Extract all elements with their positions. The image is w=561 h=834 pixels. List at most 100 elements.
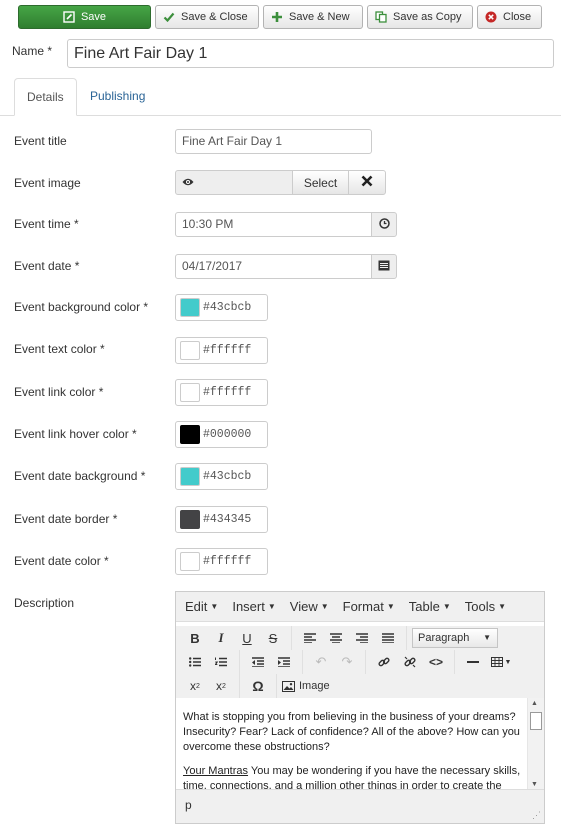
- menu-tools[interactable]: Tools ▼: [465, 599, 506, 614]
- code-icon[interactable]: <>: [423, 651, 449, 673]
- event-date-label: Event date *: [14, 259, 80, 273]
- color-hex: #ffffff: [203, 386, 252, 399]
- name-label: Name *: [12, 44, 53, 58]
- tab-details[interactable]: Details: [14, 78, 77, 116]
- unlink-icon[interactable]: [397, 651, 423, 673]
- color-swatch: [180, 341, 200, 360]
- content-paragraph: What is stopping you from believing in t…: [183, 711, 520, 753]
- color-hex: #000000: [203, 428, 252, 441]
- close-button[interactable]: Close: [477, 5, 542, 29]
- omega-icon[interactable]: Ω: [245, 675, 271, 697]
- scroll-down-icon[interactable]: ▼: [531, 781, 538, 788]
- close-label: Close: [503, 11, 532, 23]
- outdent-icon[interactable]: [245, 651, 271, 673]
- clock-icon: [378, 217, 390, 232]
- eye-icon: [182, 176, 194, 190]
- scroll-up-icon[interactable]: ▲: [531, 700, 538, 707]
- content-link[interactable]: Your Mantras: [183, 765, 248, 777]
- link-icon[interactable]: [371, 651, 397, 673]
- format-select[interactable]: Paragraph ▼: [412, 628, 498, 648]
- text-color-label: Event text color *: [14, 342, 105, 356]
- redo-icon[interactable]: ↷: [334, 651, 360, 673]
- text-color-picker[interactable]: #ffffff: [175, 337, 268, 364]
- editor-content[interactable]: What is stopping you from believing in t…: [176, 698, 528, 790]
- edit-icon: [63, 11, 75, 23]
- subscript-icon[interactable]: x2: [182, 675, 208, 697]
- align-right-icon[interactable]: [349, 627, 375, 649]
- name-input[interactable]: [67, 39, 554, 68]
- italic-icon[interactable]: I: [208, 627, 234, 649]
- bullet-list-icon[interactable]: [182, 651, 208, 673]
- scroll-thumb[interactable]: [530, 712, 542, 730]
- table-icon[interactable]: ▼: [486, 651, 516, 673]
- strikethrough-icon[interactable]: S: [260, 627, 286, 649]
- editor-toolbar-row-2: ↶ ↷ <> ▼: [176, 650, 544, 674]
- align-justify-icon[interactable]: [375, 627, 401, 649]
- save-copy-button[interactable]: Save as Copy: [367, 5, 473, 29]
- element-path[interactable]: p: [185, 798, 192, 812]
- bg-color-picker[interactable]: #43cbcb: [175, 294, 268, 321]
- align-center-icon[interactable]: [323, 627, 349, 649]
- date-bg-label: Event date background *: [14, 469, 146, 483]
- numbered-list-icon[interactable]: [208, 651, 234, 673]
- color-hex: #ffffff: [203, 555, 252, 568]
- preview-button[interactable]: [175, 170, 201, 195]
- link-hover-picker[interactable]: #000000: [175, 421, 268, 448]
- copy-icon: [375, 11, 387, 23]
- color-swatch: [180, 383, 200, 402]
- save-close-button[interactable]: Save & Close: [155, 5, 259, 29]
- align-left-icon[interactable]: [297, 627, 323, 649]
- link-color-label: Event link color *: [14, 385, 104, 399]
- menu-table[interactable]: Table ▼: [409, 599, 451, 614]
- menu-edit[interactable]: Edit ▼: [185, 599, 218, 614]
- date-border-picker[interactable]: #434345: [175, 506, 268, 533]
- bold-icon[interactable]: B: [182, 627, 208, 649]
- resize-handle-icon[interactable]: ⋰: [532, 810, 541, 821]
- close-icon: [361, 175, 373, 190]
- color-swatch: [180, 425, 200, 444]
- menu-insert[interactable]: Insert ▼: [232, 599, 275, 614]
- description-label: Description: [14, 596, 75, 610]
- image-select-button[interactable]: Select: [292, 170, 349, 195]
- color-hex: #434345: [203, 513, 252, 526]
- save-button[interactable]: Save: [18, 5, 151, 29]
- date-bg-picker[interactable]: #43cbcb: [175, 463, 268, 490]
- menu-view[interactable]: View ▼: [290, 599, 329, 614]
- bg-color-label: Event background color *: [14, 300, 149, 314]
- event-time-input[interactable]: 10:30 PM: [175, 212, 372, 237]
- calendar-button[interactable]: [371, 254, 397, 279]
- underline-icon[interactable]: U: [234, 627, 260, 649]
- check-icon: [163, 11, 175, 23]
- date-color-picker[interactable]: #ffffff: [175, 548, 268, 575]
- color-swatch: [180, 552, 200, 571]
- horizontal-rule-icon[interactable]: [460, 651, 486, 673]
- date-color-label: Event date color *: [14, 554, 109, 568]
- save-label: Save: [80, 11, 107, 23]
- undo-icon[interactable]: ↶: [308, 651, 334, 673]
- save-new-button[interactable]: Save & New: [263, 5, 363, 29]
- color-swatch: [180, 298, 200, 317]
- save-new-label: Save & New: [289, 11, 350, 23]
- event-title-input[interactable]: Fine Art Fair Day 1: [175, 129, 372, 154]
- time-picker-button[interactable]: [371, 212, 397, 237]
- event-image-label: Event image: [14, 176, 81, 190]
- tab-publishing[interactable]: Publishing: [78, 78, 157, 116]
- event-date-input[interactable]: 04/17/2017: [175, 254, 372, 279]
- editor-scrollbar[interactable]: ▲ ▼: [527, 698, 544, 790]
- event-title-label: Event title: [14, 134, 67, 148]
- indent-icon[interactable]: [271, 651, 297, 673]
- link-hover-label: Event link hover color *: [14, 427, 137, 441]
- save-copy-label: Save as Copy: [393, 11, 462, 23]
- event-time-label: Event time *: [14, 217, 79, 231]
- link-color-picker[interactable]: #ffffff: [175, 379, 268, 406]
- image-clear-button[interactable]: [348, 170, 386, 195]
- editor-statusbar: p ⋰: [176, 789, 544, 823]
- superscript-icon[interactable]: x2: [208, 675, 234, 697]
- editor-menubar: Edit ▼ Insert ▼ View ▼ Format ▼ Table ▼ Tools…: [176, 592, 544, 622]
- insert-image-button[interactable]: Image: [282, 680, 330, 692]
- plus-icon: [271, 11, 283, 23]
- color-hex: #43cbcb: [203, 470, 252, 483]
- tab-bar: Details Publishing: [0, 78, 561, 116]
- menu-format[interactable]: Format ▼: [343, 599, 395, 614]
- calendar-icon: [378, 260, 390, 274]
